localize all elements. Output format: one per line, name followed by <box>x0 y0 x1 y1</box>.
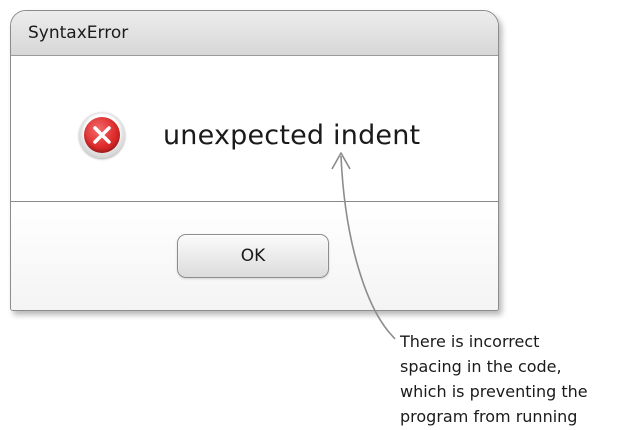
annotation-text: There is incorrect spacing in the code, … <box>400 329 588 429</box>
annotation-line: There is incorrect <box>400 332 540 351</box>
annotation-line: which is preventing the <box>400 382 588 401</box>
page: SyntaxError unexpected indent OK There i… <box>0 0 633 430</box>
annotation-line: program from running <box>400 407 578 426</box>
annotation-line: spacing in the code, <box>400 357 562 376</box>
